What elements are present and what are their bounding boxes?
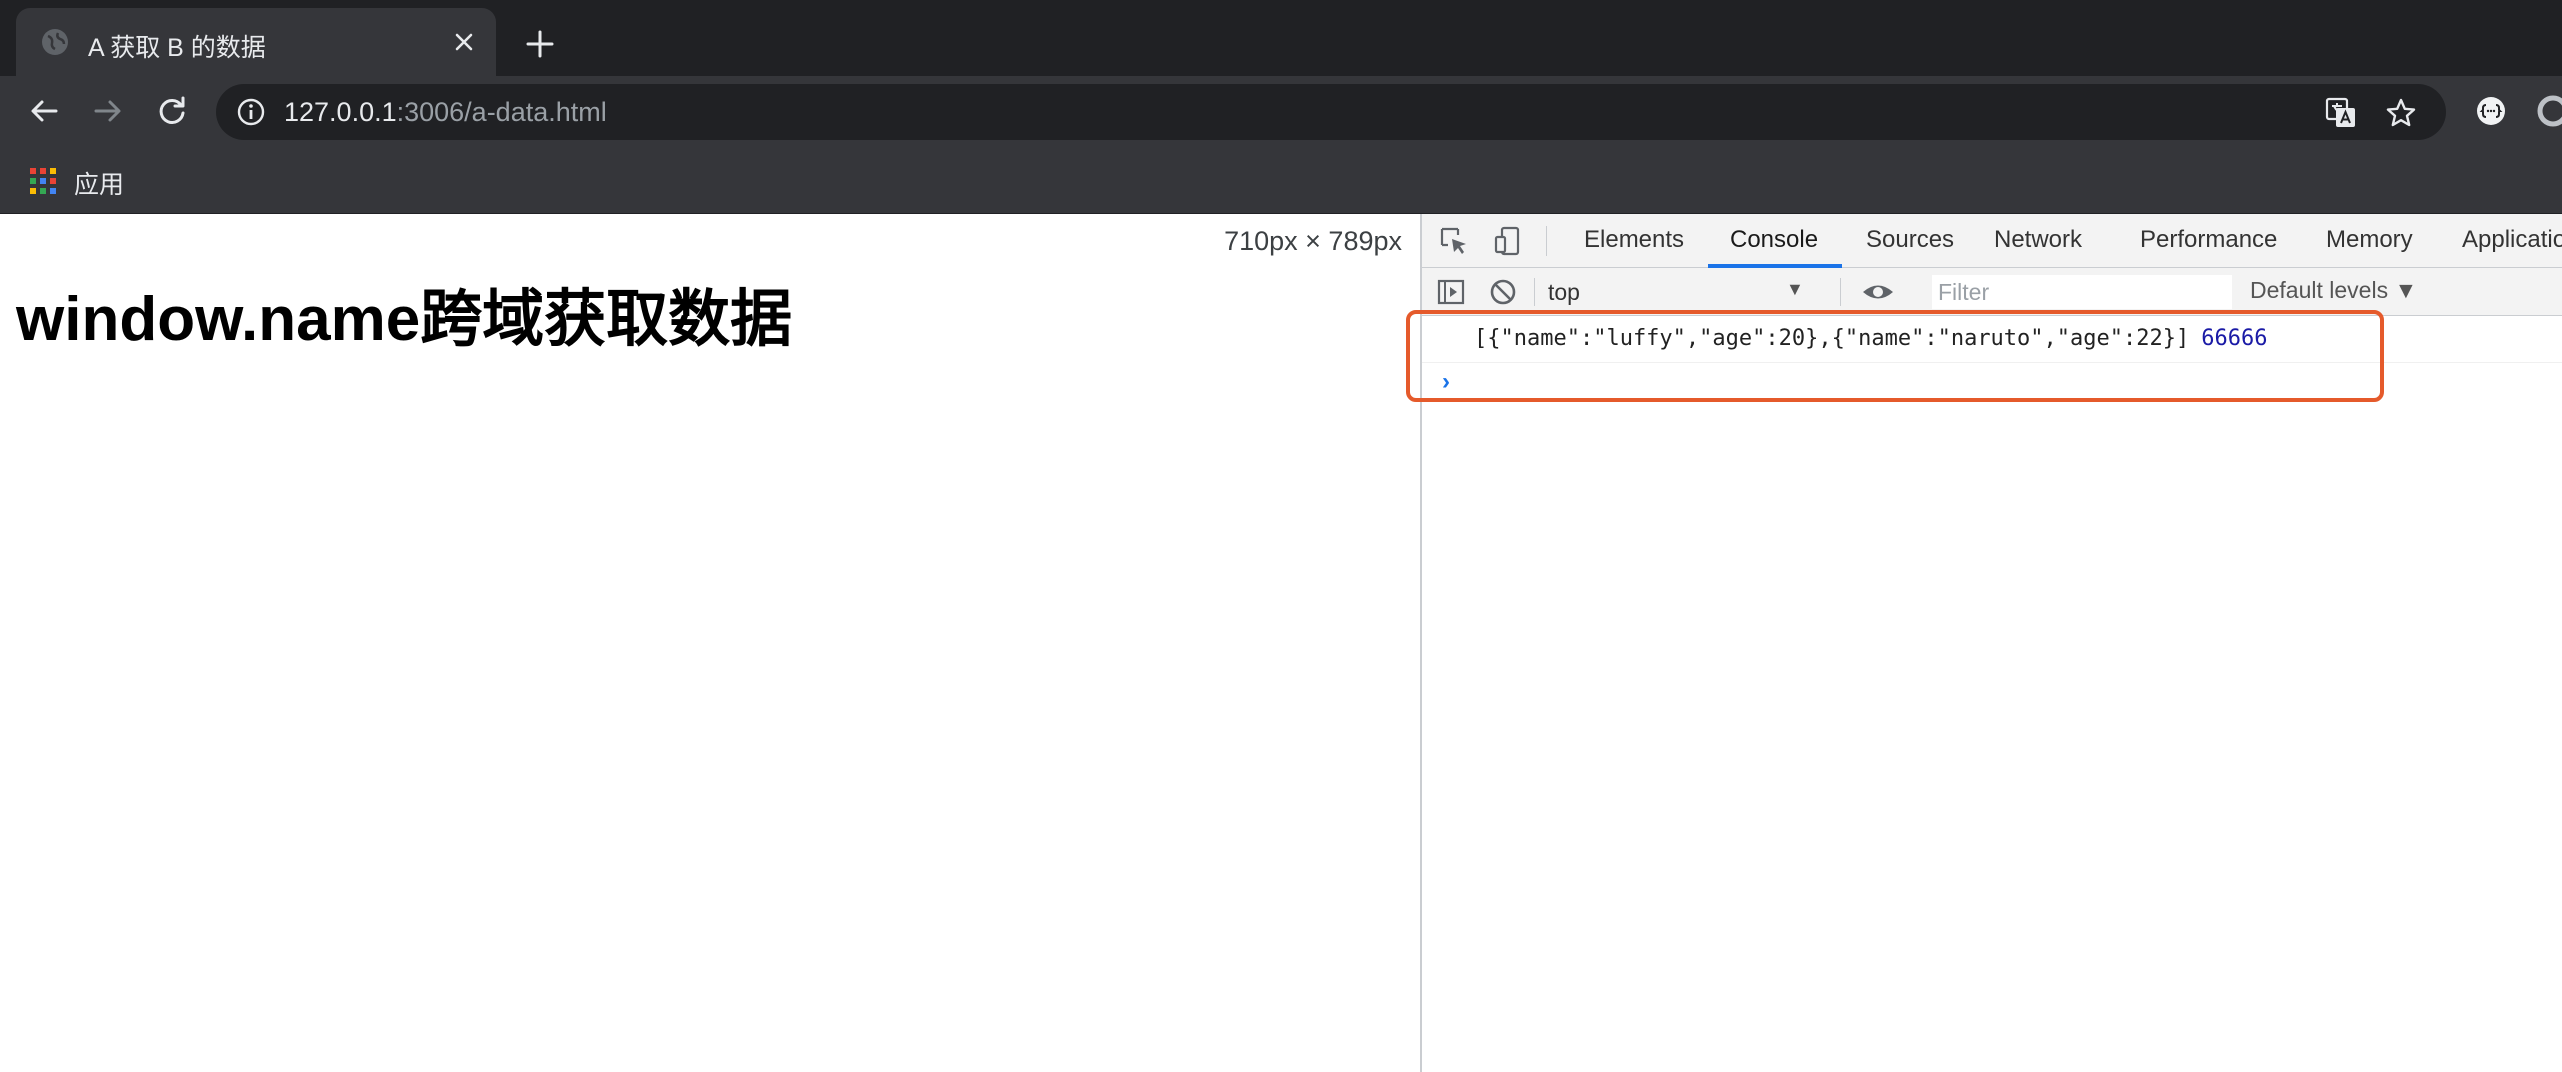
- device-toolbar-icon[interactable]: [1492, 225, 1524, 257]
- browser-toolbar: 127.0.0.1:3006/a-data.html: [0, 76, 2562, 146]
- annotation-highlight-box: [1406, 310, 2384, 402]
- apps-grid-icon[interactable]: [28, 166, 58, 196]
- tab-network[interactable]: Network: [1994, 226, 2082, 254]
- page-heading: window.name跨域获取数据: [16, 285, 793, 354]
- translate-icon[interactable]: [2324, 96, 2358, 130]
- tab-elements[interactable]: Elements: [1584, 226, 1684, 254]
- tab-strip: A 获取 B 的数据: [0, 0, 2562, 76]
- console-filter[interactable]: [1932, 275, 2232, 309]
- tab-application[interactable]: Applicatio: [2462, 226, 2562, 254]
- reload-icon[interactable]: [152, 91, 192, 131]
- star-icon[interactable]: [2384, 96, 2418, 130]
- url-text[interactable]: 127.0.0.1:3006/a-data.html: [284, 97, 607, 128]
- tab-performance[interactable]: Performance: [2140, 226, 2277, 254]
- clear-console-icon[interactable]: [1488, 277, 1518, 307]
- close-icon[interactable]: [448, 26, 480, 58]
- bookmarks-bar: 应用: [0, 146, 2562, 214]
- context-selector[interactable]: top ▼: [1546, 276, 1810, 308]
- toolbar-separator: [1840, 278, 1841, 306]
- context-value: top: [1548, 279, 1580, 305]
- apps-bookmark-label[interactable]: 应用: [74, 165, 124, 201]
- filter-input[interactable]: [1932, 275, 2232, 309]
- extension-icon[interactable]: [2474, 94, 2508, 128]
- log-levels-dropdown[interactable]: Default levels ▼: [2250, 277, 2417, 304]
- dropdown-arrow-icon: ▼: [1786, 279, 1804, 299]
- tab-sources[interactable]: Sources: [1866, 226, 1954, 254]
- profile-icon[interactable]: [2536, 94, 2562, 128]
- address-bar[interactable]: 127.0.0.1:3006/a-data.html: [216, 84, 2446, 140]
- tab-memory[interactable]: Memory: [2326, 226, 2413, 254]
- page-viewport: 710px × 789px window.name跨域获取数据: [0, 214, 1420, 1072]
- console-output: [{"name":"luffy","age":20},{"name":"naru…: [1406, 310, 2562, 1072]
- globe-icon: [42, 29, 68, 55]
- back-arrow-icon[interactable]: [24, 91, 64, 131]
- tab-title: A 获取 B 的数据: [88, 34, 266, 62]
- inspect-element-icon[interactable]: [1438, 225, 1470, 257]
- eye-icon[interactable]: [1860, 277, 1896, 307]
- forward-arrow-icon[interactable]: [88, 91, 128, 131]
- new-tab-plus-icon[interactable]: [520, 24, 560, 64]
- devtools-panel: Elements Console Sources Network Perform…: [1406, 214, 2562, 1072]
- tab-console[interactable]: Console: [1730, 226, 1818, 254]
- url-host: 127.0.0.1: [284, 97, 397, 127]
- show-sidebar-icon[interactable]: [1436, 277, 1466, 307]
- info-icon[interactable]: [236, 97, 266, 127]
- toolbar-separator: [1546, 226, 1547, 256]
- url-path: :3006/a-data.html: [396, 97, 607, 127]
- browser-tab[interactable]: A 获取 B 的数据: [16, 8, 496, 76]
- viewport-dimension-overlay: 710px × 789px: [1218, 224, 1408, 259]
- console-toolbar: top ▼ Default levels ▼: [1422, 268, 2562, 316]
- devtools-tab-bar: Elements Console Sources Network Perform…: [1422, 214, 2562, 268]
- toolbar-separator: [1534, 278, 1535, 306]
